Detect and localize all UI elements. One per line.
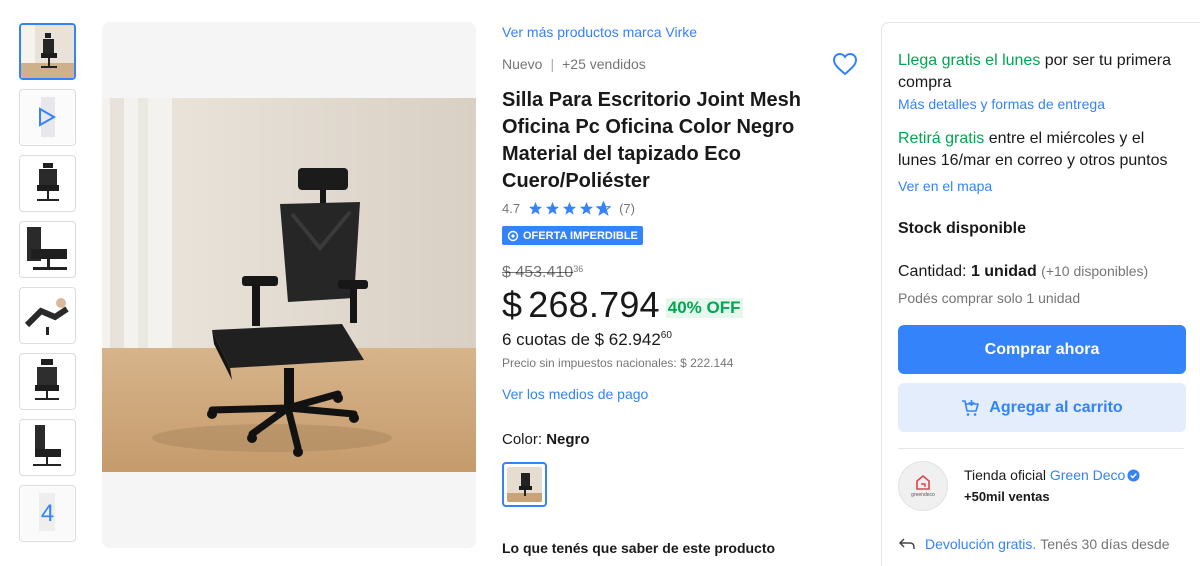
star-half-icon [596,200,612,216]
installments-cents: 60 [660,329,672,341]
pickup-free-label: Retirá gratis [898,130,985,147]
thumbnail-more[interactable]: 4 [19,485,76,542]
current-price: $268.794 [502,284,660,326]
star-icon [580,201,594,215]
taxes-text: Precio sin impuestos nacionales: $ 222.1… [502,355,734,370]
original-price: $ 453.41036 [502,264,583,284]
store-name-link[interactable]: Green Deco [1050,467,1125,483]
buy-now-button[interactable]: Comprar ahora [898,325,1186,374]
price-value: 268.794 [528,283,660,325]
color-label-text: Color: [502,430,547,448]
price-row: $268.794 40% OFF [502,284,862,328]
shipping-details-link[interactable]: Más detalles y formas de entrega [898,95,1184,113]
thumbnail-chair-front[interactable] [19,155,76,212]
quantity-available: (+10 disponibles) [1041,263,1149,279]
main-product-image[interactable] [102,22,476,548]
swatch-image [507,466,542,502]
thumbnail-chair-side-2[interactable] [19,419,76,476]
condition-text: Nuevo [502,56,543,72]
installments-text: 6 cuotas de $ 62.942 [502,329,661,349]
quantity-selector[interactable]: Cantidad: 1 unidad (+10 disponibles) [898,263,1184,285]
brand-link[interactable]: Ver más productos marca Virke [502,22,862,42]
payment-methods-link[interactable]: Ver los medios de pago [502,386,862,406]
product-info: Ver más productos marca Virke Nuevo | +25 … [502,22,862,560]
divider [898,448,1184,449]
chair-photo [102,98,476,472]
thumbnail-chair-back[interactable] [19,353,76,410]
color-value: Negro [546,430,590,448]
store-logo[interactable]: greendeco [898,461,948,511]
verified-icon [1127,469,1140,482]
rating-count: (7) [619,200,635,216]
seller-info: greendeco Tienda oficial Green Deco +50m… [898,461,1184,511]
star-icon [563,201,577,215]
pickup-info: Retirá gratis entre el miércoles y el lu… [898,128,1184,172]
buy-box: Llega gratis el lunes por ser tu primera… [881,22,1200,566]
sales-count: +50mil ventas [964,489,1050,504]
original-price-value: $ 453.410 [502,263,574,281]
store-logo-icon [916,474,930,490]
store-prefix: Tienda oficial [964,467,1050,483]
color-label: Color: Negro [502,431,862,451]
add-to-cart-label: Agregar al carrito [989,398,1123,416]
heart-icon[interactable] [832,52,858,76]
store-logo-text: greendeco [911,491,935,498]
rating[interactable]: 4.7 (7) [502,199,862,217]
seller-text: Tienda oficial Green Deco +50mil ventas [964,464,1140,508]
return-arrow-icon [898,538,915,549]
star-icon [546,201,560,215]
product-highlights-title: Lo que tenés que saber de este producto [502,539,776,556]
shipping-info: Llega gratis el lunes por ser tu primera… [898,50,1184,94]
cart-plus-icon [962,399,980,416]
buy-now-label: Comprar ahora [984,340,1100,358]
offer-badge-label: OFERTA IMPERDIBLE [523,229,638,242]
stock-status: Stock disponible [898,220,1027,237]
price-currency: $ [502,283,523,325]
sold-count: +25 vendidos [562,56,646,72]
returns-text: Tenés 30 días desde [1040,536,1170,552]
color-swatch-negro[interactable] [502,461,547,507]
rating-value: 4.7 [502,200,521,216]
more-images-count: 4 [40,499,55,527]
thumbnail-list: 4 [19,23,77,551]
product-meta: Nuevo | +25 vendidos [502,55,862,73]
returns-info: Devolución gratis. Tenés 30 días desde [898,536,1184,552]
meta-separator: | [550,56,555,72]
product-title: Silla Para Escritorio Joint Mesh Oficina… [502,89,801,192]
discount-label: 40% OFF [665,297,743,318]
add-to-cart-button[interactable]: Agregar al carrito [898,383,1186,432]
quantity-label: Cantidad: [898,263,971,280]
rating-stars [528,200,612,216]
offer-badge: OFERTA IMPERDIBLE [502,226,643,245]
thumbnail-person-reclining[interactable] [19,287,76,344]
thumbnail-chair-side[interactable] [19,221,76,278]
thumbnail-chair-room[interactable] [19,23,76,80]
quantity-value: 1 unidad [970,263,1037,280]
returns-link[interactable]: Devolución gratis. [925,536,1036,552]
installments: 6 cuotas de $ 62.94260 [502,330,862,354]
shipping-free-label: Llega gratis el lunes [898,52,1041,69]
thumbnail-video[interactable] [19,89,76,146]
original-price-cents: 36 [573,263,584,274]
gear-badge-icon [507,230,519,241]
map-link[interactable]: Ver en el mapa [898,177,1184,195]
purchase-limit: Podés comprar solo 1 unidad [898,290,1081,306]
star-icon [529,201,543,215]
